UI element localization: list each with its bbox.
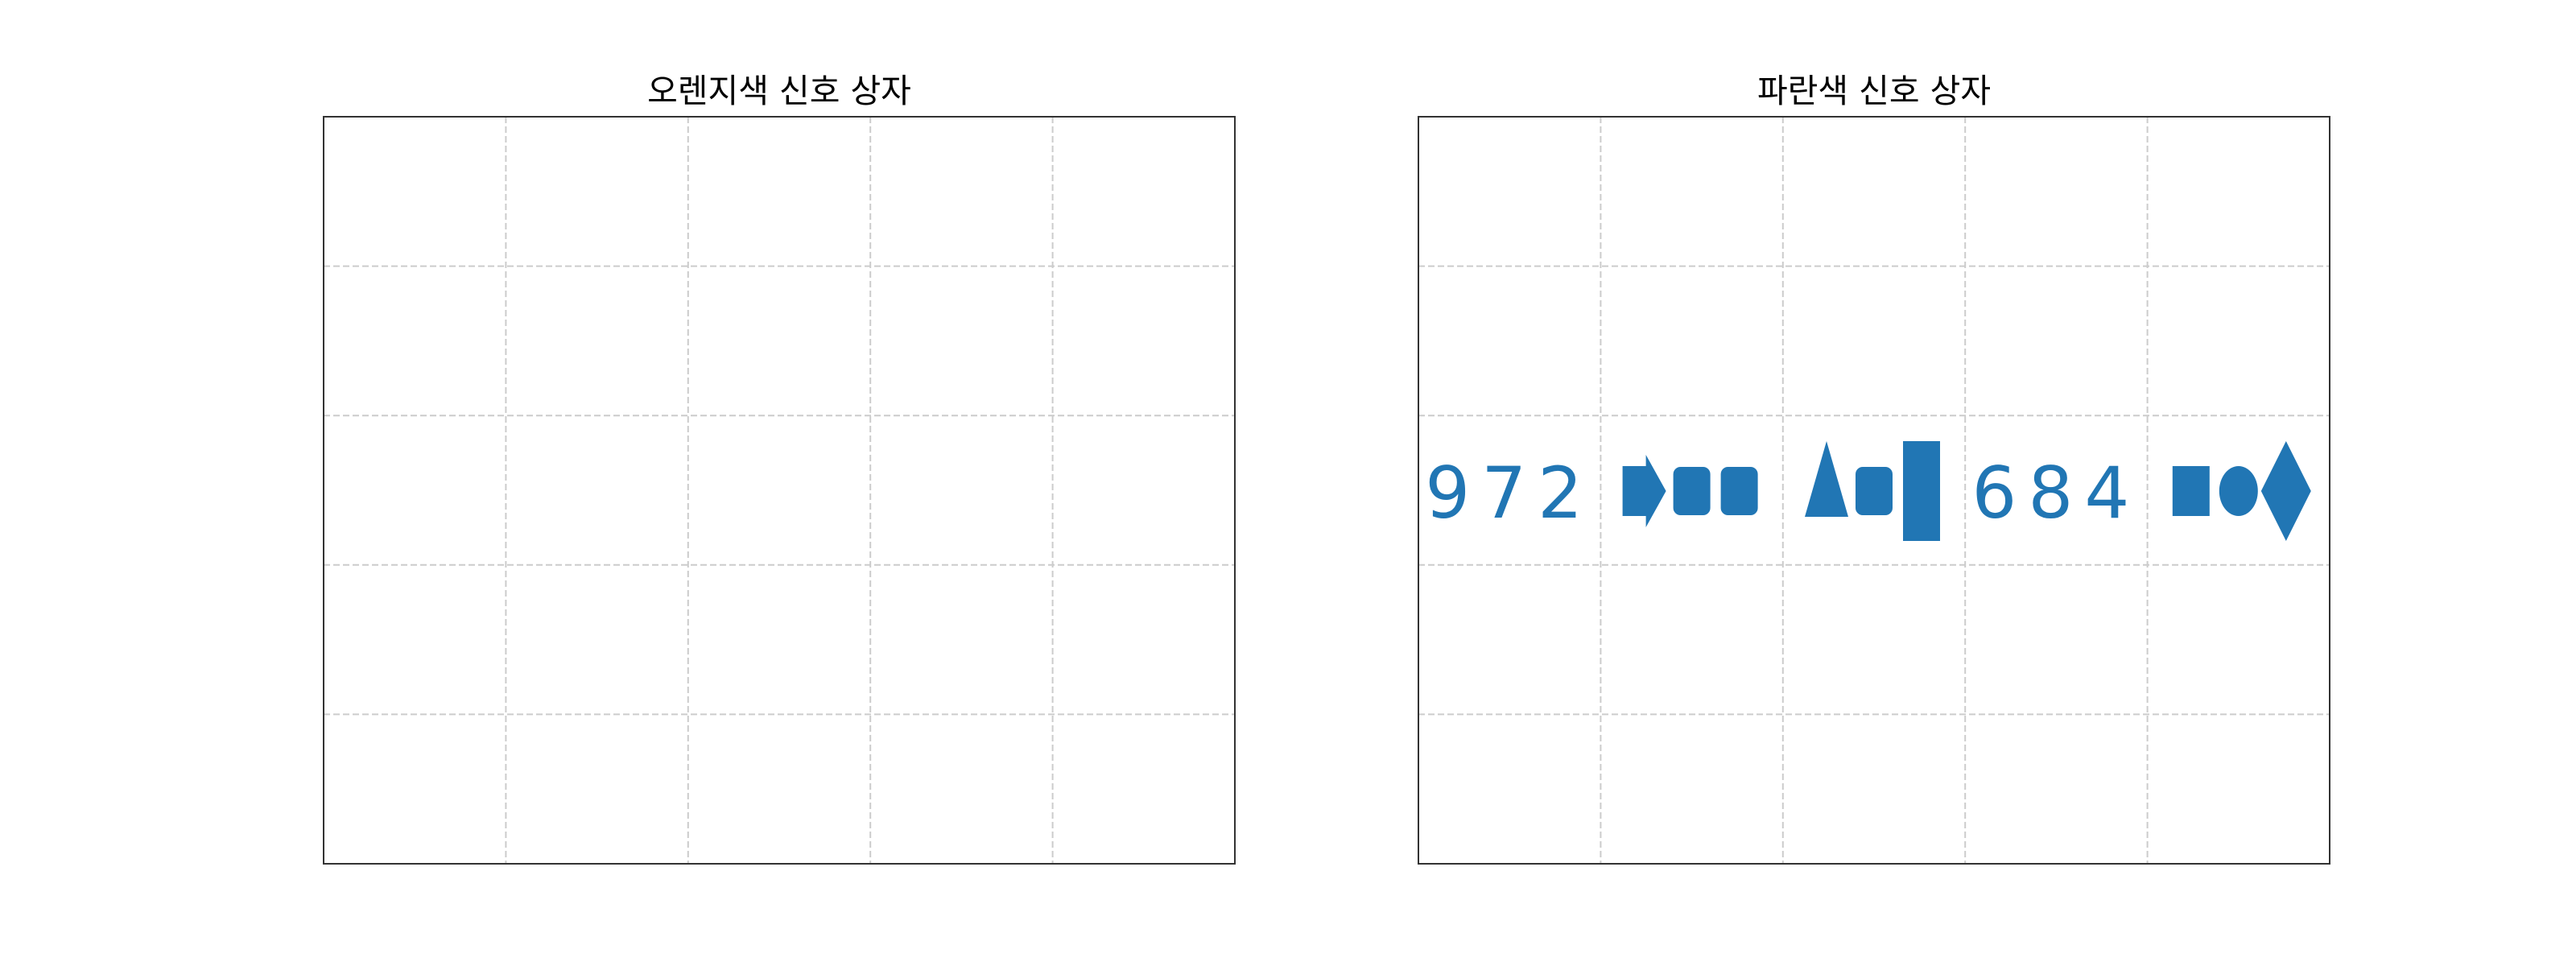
grid xyxy=(324,117,1235,864)
signal-shape-group xyxy=(1805,441,1940,541)
signal-digits: 972 xyxy=(1425,452,1594,535)
rounded-square-shape xyxy=(1720,467,1758,515)
blue-signal-box-panel: 972 684 xyxy=(1418,116,2330,865)
circle-shape xyxy=(2219,466,2258,516)
signal-shape-group xyxy=(1622,455,1758,527)
chart-title-blue-box: 파란색 신호 상자 xyxy=(1757,72,1992,110)
orange-signal-box-panel xyxy=(323,116,1236,865)
chart-title-orange-box: 오렌지색 신호 상자 xyxy=(647,72,911,110)
triangle-shape xyxy=(1805,441,1848,517)
rounded-square-shape xyxy=(1673,467,1711,515)
rounded-square-shape xyxy=(1856,467,1893,515)
signal-digits-text: 972 xyxy=(1425,452,1594,535)
diamond-shape xyxy=(2260,441,2311,541)
arrow-shape xyxy=(1622,455,1666,527)
signal-shape-group xyxy=(2172,441,2311,541)
signal-digits: 684 xyxy=(1971,452,2140,535)
square-shape xyxy=(2172,466,2210,516)
plot-frame xyxy=(323,116,1236,865)
tall-rectangle-shape xyxy=(1903,441,1940,541)
signal-digits-text: 684 xyxy=(1971,452,2140,535)
